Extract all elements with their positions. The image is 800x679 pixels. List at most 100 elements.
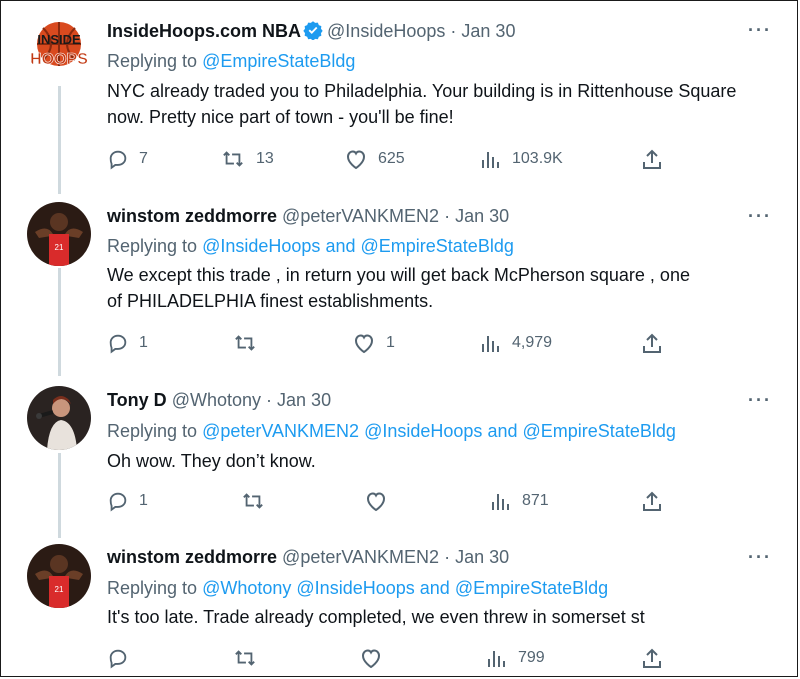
share-button[interactable] [641,148,663,170]
views-count: 799 [518,649,545,666]
insidehoops-logo-icon: INSIDE HOOPS [27,14,91,78]
views-count: 871 [522,492,549,509]
author-handle[interactable]: @peterVANKMEN2 [282,206,439,226]
more-options-button[interactable]: ··· [748,547,772,568]
replying-to-label: Replying to [107,51,198,71]
author-handle[interactable]: @Whotony [172,390,261,410]
svg-text:INSIDE: INSIDE [37,32,81,47]
views-count: 4,979 [512,334,553,351]
tweet-text: It's too late. Trade already completed, … [107,607,645,627]
basketball-player-avatar-icon: 21 [27,202,91,266]
reply-icon [109,334,127,354]
heart-icon [366,492,386,512]
avatar[interactable]: 21 [27,544,91,608]
reply-button[interactable]: 1 [107,332,148,354]
heart-icon [361,649,381,669]
author-name[interactable]: InsideHoops.com NBA [107,21,301,41]
mention-link[interactable]: @EmpireStateBldg [361,236,514,256]
like-count: 625 [378,150,405,167]
avatar[interactable] [27,386,91,450]
views-count: 103.9K [512,150,563,167]
mention-conjunction: and [419,578,450,598]
retweet-button[interactable]: 13 [220,148,274,170]
share-button[interactable] [641,647,663,669]
like-button[interactable]: 625 [344,148,405,170]
separator-dot: · [444,206,451,226]
share-button[interactable] [641,332,663,354]
views-chart-icon [488,651,505,667]
share-button[interactable] [641,490,663,512]
views-button[interactable]: 871 [490,490,549,512]
tweet-header: winstom zeddmorre @peterVANKMEN2 · Jan 3… [107,547,509,568]
retweet-count: 13 [256,150,274,167]
retweet-button[interactable] [240,490,276,512]
thread-connector [58,86,61,194]
share-icon [643,333,661,353]
more-options-button[interactable]: ··· [748,206,772,227]
mention-link[interactable]: @peterVANKMEN2 [202,421,359,441]
tweet-text-line: of PHILADELPHIA finest establishments. [107,291,434,311]
replying-to: Replying to @Whotony @InsideHoops and @E… [107,578,608,599]
mention-link[interactable]: @EmpireStateBldg [523,421,676,441]
retweet-icon [223,151,243,167]
mention-link[interactable]: @InsideHoops [202,236,320,256]
tweet-text: Oh wow. They don’t know. [107,451,316,471]
retweet-button[interactable] [232,647,268,669]
mention-link[interactable]: @Whotony [202,578,291,598]
svg-text:21: 21 [55,243,64,252]
reply-count: 7 [139,150,148,167]
avatar[interactable]: INSIDE HOOPS [27,14,91,78]
like-button[interactable] [364,490,398,512]
retweet-button[interactable] [232,332,268,354]
reply-count: 1 [139,492,148,509]
replying-to-label: Replying to [107,421,198,441]
author-handle[interactable]: @InsideHoops [327,21,445,41]
share-icon [643,491,661,511]
basketball-player-avatar-icon: 21 [27,544,91,608]
like-button[interactable]: 1 [352,332,395,354]
heart-icon [354,334,374,354]
author-handle[interactable]: @peterVANKMEN2 [282,547,439,567]
mention-link[interactable]: @EmpireStateBldg [202,51,355,71]
separator-dot: · [450,21,457,41]
avatar[interactable]: 21 [27,202,91,266]
share-icon [643,149,661,169]
views-button[interactable]: 799 [486,647,545,669]
reply-button[interactable]: 1 [107,490,148,512]
retweet-icon [235,335,255,351]
tweet-date[interactable]: Jan 30 [277,390,331,410]
retweet-icon [235,650,255,666]
reply-icon [109,150,127,170]
mention-link[interactable]: @EmpireStateBldg [455,578,608,598]
svg-text:21: 21 [55,585,64,594]
thread-connector [58,268,61,376]
mention-link[interactable]: @InsideHoops [296,578,414,598]
mention-conjunction: and [487,421,518,441]
reply-button[interactable]: 7 [107,148,148,170]
tweet-header: Tony D @Whotony · Jan 30 [107,390,331,411]
more-options-button[interactable]: ··· [748,390,772,411]
reply-count: 1 [139,334,148,351]
tweet-date[interactable]: Jan 30 [461,21,515,41]
like-button[interactable] [359,647,393,669]
tweet-text-line: We except this trade , in return you wil… [107,265,690,285]
views-button[interactable]: 103.9K [480,148,563,170]
reply-icon [109,649,127,669]
tweet-header: winstom zeddmorre @peterVANKMEN2 · Jan 3… [107,206,509,227]
svg-text:HOOPS: HOOPS [30,51,88,68]
tweet-text: NYC already traded you to Philadelphia. … [107,81,737,127]
author-name[interactable]: Tony D [107,390,167,410]
reply-button[interactable] [107,647,139,669]
author-name[interactable]: winstom zeddmorre [107,547,277,567]
tweet-date[interactable]: Jan 30 [455,206,509,226]
views-button[interactable]: 4,979 [480,332,552,354]
singer-avatar-icon [27,386,91,450]
views-chart-icon [492,494,509,510]
mention-link[interactable]: @InsideHoops [364,421,482,441]
more-options-button[interactable]: ··· [748,20,772,41]
replying-to: Replying to @EmpireStateBldg [107,51,355,72]
tweet-date[interactable]: Jan 30 [455,547,509,567]
like-count: 1 [386,334,395,351]
tweet-header: InsideHoops.com NBA @InsideHoops · Jan 30 [107,20,515,42]
author-name[interactable]: winstom zeddmorre [107,206,277,226]
